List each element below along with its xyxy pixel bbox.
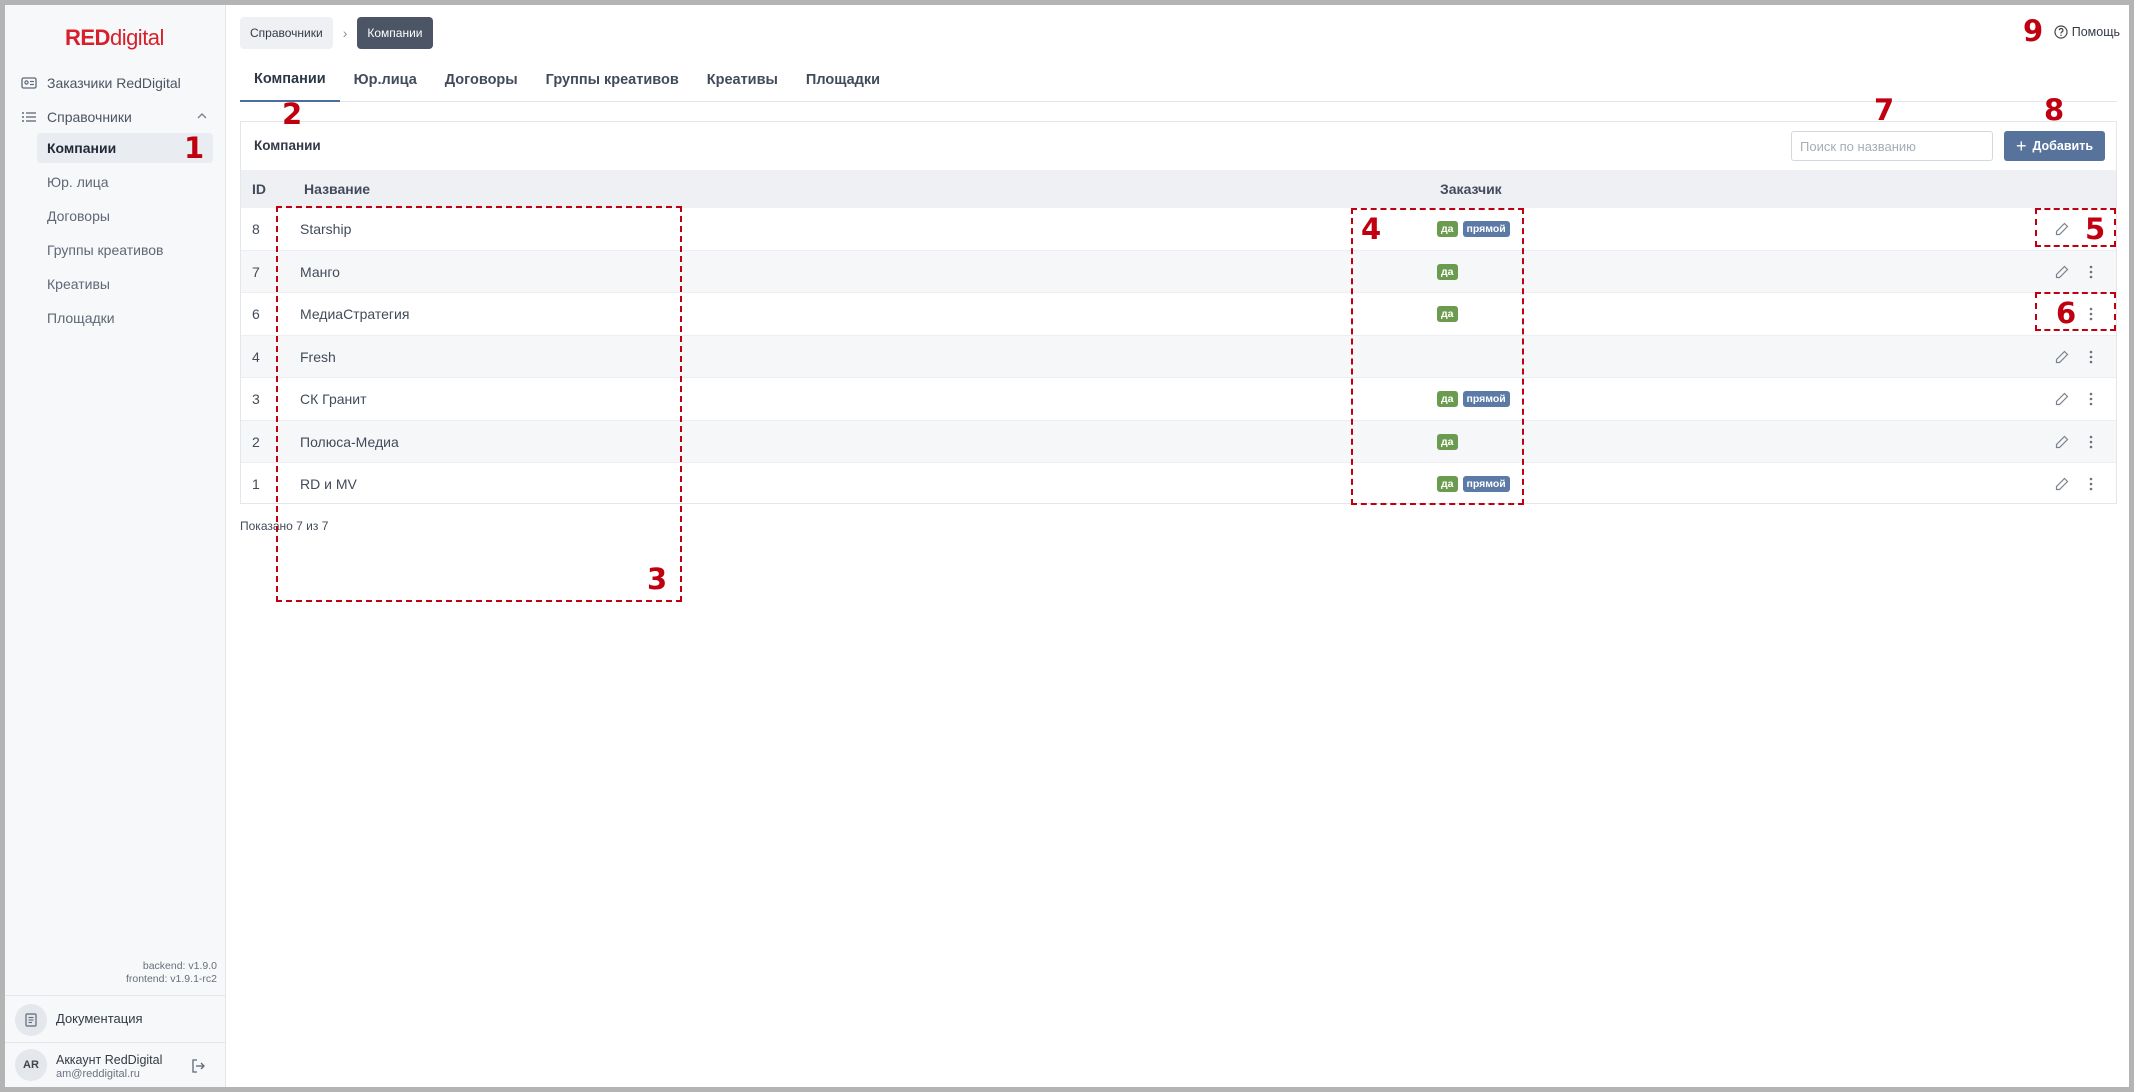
more-vertical-icon[interactable] — [2087, 476, 2095, 492]
column-header-name[interactable]: Название — [304, 181, 370, 197]
annotation-marker: 8 — [2044, 93, 2065, 127]
more-vertical-icon[interactable] — [2087, 349, 2095, 365]
breadcrumb: Справочники › Компании — [240, 17, 433, 49]
document-icon — [15, 1004, 47, 1036]
plus-icon: + — [2015, 136, 2027, 156]
annotation-marker: 6 — [2056, 296, 2077, 330]
more-vertical-icon[interactable] — [2087, 391, 2095, 407]
sidebar-subitem-label: Креативы — [47, 276, 110, 292]
logo[interactable]: REDdigital — [65, 25, 164, 51]
annotation-marker: 7 — [1874, 93, 1895, 127]
more-vertical-icon[interactable] — [2087, 434, 2095, 450]
search-input[interactable] — [1791, 131, 1993, 161]
list-icon — [22, 112, 36, 122]
breadcrumb-parent[interactable]: Справочники — [240, 17, 333, 49]
tab-contracts[interactable]: Договоры — [431, 58, 532, 102]
sidebar-item-directories[interactable]: Справочники — [21, 102, 132, 132]
pencil-icon[interactable] — [2054, 349, 2070, 365]
pencil-icon[interactable] — [2054, 476, 2070, 492]
sidebar-subitem-platforms[interactable]: Площадки — [37, 303, 213, 333]
card-title: Компании — [254, 138, 321, 153]
sidebar-subitem-creative-groups[interactable]: Группы креативов — [37, 235, 213, 265]
pencil-icon[interactable] — [2054, 434, 2070, 450]
annotation-marker: 1 — [184, 131, 205, 165]
logo-rest: digital — [109, 25, 164, 50]
id-card-icon — [21, 77, 37, 89]
sidebar-item-customers[interactable]: Заказчики RedDigital — [21, 68, 181, 98]
question-circle-icon — [2054, 25, 2068, 39]
annotation-marker: 9 — [2023, 14, 2044, 48]
annotation-marker: 5 — [2085, 212, 2106, 246]
sidebar-subitem-label: Договоры — [47, 208, 110, 224]
documentation-label: Документация — [56, 1011, 143, 1026]
cell-id: 3 — [252, 391, 260, 407]
sidebar-item-label: Заказчики RedDigital — [47, 75, 181, 91]
sidebar-subitem-label: Группы креативов — [47, 242, 164, 258]
annotation-marker: 2 — [282, 97, 303, 131]
tab-creative-groups[interactable]: Группы креативов — [532, 58, 693, 102]
cell-id: 2 — [252, 433, 260, 450]
column-header-id[interactable]: ID — [252, 181, 266, 197]
cell-id: 6 — [252, 306, 260, 322]
help-link[interactable]: Помощь — [2054, 25, 2120, 39]
tab-bar: Компании Юр.лица Договоры Группы креатив… — [240, 58, 2117, 102]
sidebar-subitem-contracts[interactable]: Договоры — [37, 201, 213, 231]
column-header-customer[interactable]: Заказчик — [1440, 181, 1502, 197]
cell-id: 8 — [252, 221, 260, 237]
chevron-up-icon[interactable] — [195, 109, 209, 123]
help-label: Помощь — [2071, 25, 2120, 39]
table-header: ID Название Заказчик — [241, 170, 2116, 208]
logout-icon[interactable] — [190, 1058, 206, 1074]
tab-creatives[interactable]: Креативы — [693, 58, 792, 102]
sidebar-subitem-creatives[interactable]: Креативы — [37, 269, 213, 299]
account-email: am@reddigital.ru — [56, 1068, 140, 1080]
tab-platforms[interactable]: Площадки — [792, 58, 894, 102]
annotation-marker: 4 — [1361, 212, 1382, 246]
sidebar-subitem-label: Площадки — [47, 310, 115, 326]
sidebar-subitem-label: Юр. лица — [47, 174, 109, 190]
backend-version: backend: v1.9.0 — [142, 960, 217, 972]
annotation-box-customer — [1351, 208, 1524, 505]
account-name: Аккаунт RedDigital — [56, 1053, 163, 1067]
sidebar: REDdigital Заказчики RedDigital Справочн… — [5, 5, 226, 1087]
pencil-icon[interactable] — [2054, 264, 2070, 280]
sidebar-subitem-legal-entities[interactable]: Юр. лица — [37, 167, 213, 197]
breadcrumb-current[interactable]: Компании — [357, 17, 433, 49]
add-button-label: Добавить — [2032, 139, 2094, 153]
avatar: AR — [15, 1049, 47, 1081]
cell-id: 7 — [252, 263, 260, 280]
documentation-link[interactable]: Документация — [5, 995, 226, 1041]
tab-legal-entities[interactable]: Юр.лица — [340, 58, 431, 102]
annotation-box-names — [276, 206, 682, 602]
pencil-icon[interactable] — [2054, 391, 2070, 407]
more-vertical-icon[interactable] — [2087, 264, 2095, 280]
account-panel[interactable]: AR Аккаунт RedDigital am@reddigital.ru — [5, 1042, 226, 1087]
version-info: backend: v1.9.0 frontend: v1.9.1-rc2 — [126, 960, 217, 986]
cell-id: 4 — [252, 348, 260, 365]
tab-companies[interactable]: Компании — [240, 58, 340, 102]
add-button[interactable]: + Добавить — [2004, 131, 2105, 161]
frontend-version: frontend: v1.9.1-rc2 — [125, 973, 217, 985]
cell-id: 1 — [252, 476, 260, 492]
logo-red: RED — [65, 25, 110, 50]
annotation-marker: 3 — [647, 562, 668, 596]
sidebar-subitem-label: Компании — [47, 140, 117, 156]
sidebar-item-label: Справочники — [47, 109, 132, 125]
chevron-right-icon: › — [342, 25, 348, 41]
